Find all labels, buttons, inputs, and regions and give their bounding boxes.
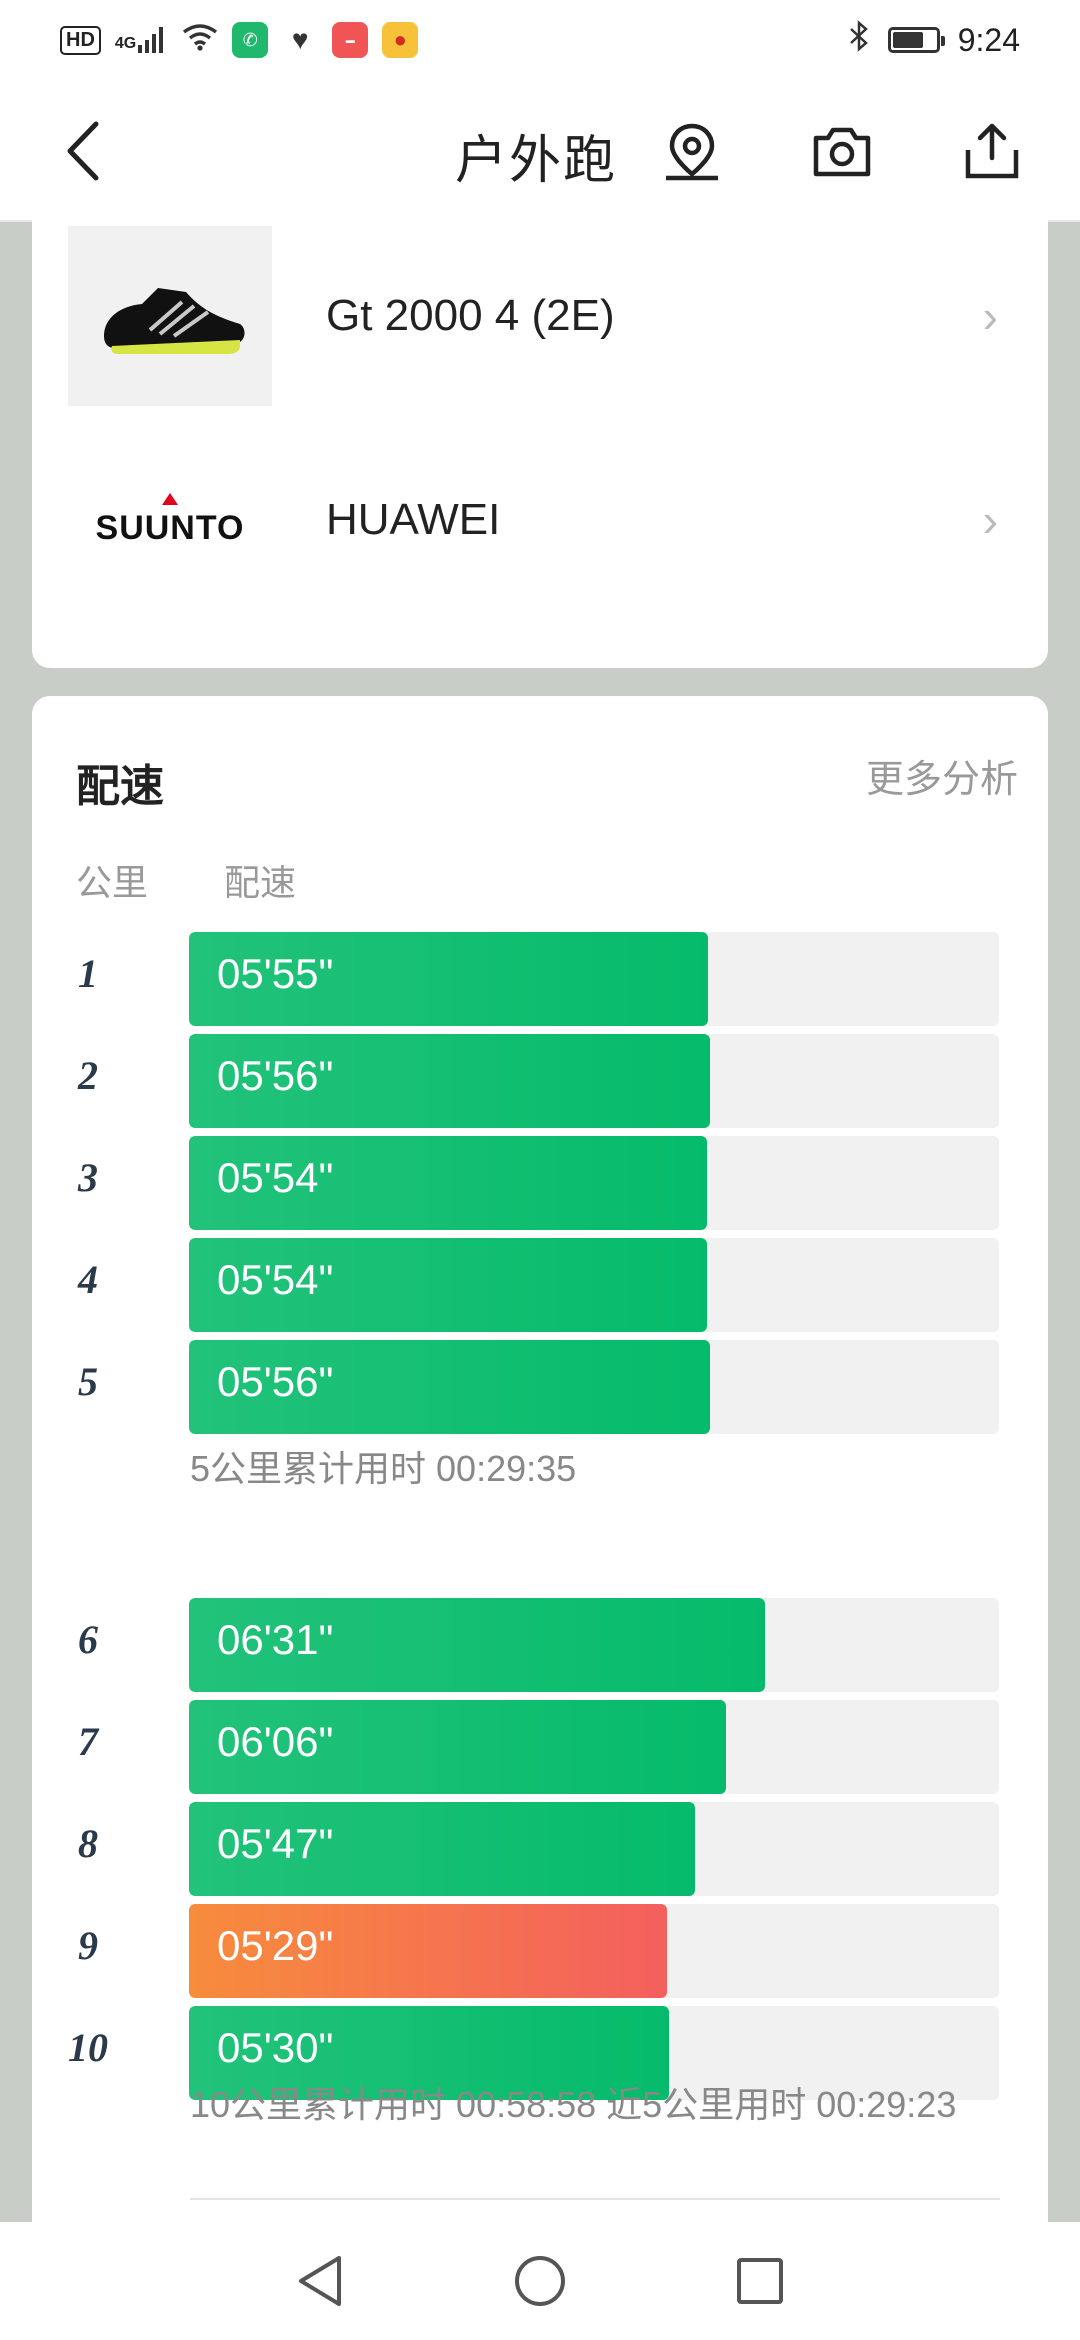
nav-recents-button[interactable] (730, 2251, 790, 2311)
pace-bar-track: 05'47" (189, 1802, 999, 1896)
wifi-icon (182, 22, 218, 59)
pace-bar-track: 06'31" (189, 1598, 999, 1692)
pace-value: 05'47" (217, 1820, 334, 1867)
pace-bar: 05'56" (189, 1034, 710, 1128)
km-number: 7 (78, 1719, 98, 1764)
divider (190, 2198, 1000, 2200)
column-header-km: 公里 (76, 862, 149, 903)
km-number: 8 (78, 1821, 98, 1866)
clock: 9:24 (957, 21, 1020, 58)
column-header-pace: 配速 (224, 862, 297, 903)
pace-bar: 05'54" (189, 1136, 707, 1230)
system-nav-bar (0, 2222, 1080, 2340)
km-number: 1 (78, 951, 98, 996)
chevron-right-icon: › (982, 494, 998, 546)
pace-bar-track: 05'54" (189, 1238, 999, 1332)
pace-bar: 05'55" (189, 932, 708, 1026)
back-button[interactable] (58, 118, 118, 184)
pace-bar: 06'06" (189, 1700, 726, 1794)
km-number: 4 (78, 1257, 98, 1302)
pace-bar-track: 05'56" (189, 1340, 999, 1434)
pace-value: 05'54" (217, 1154, 334, 1201)
share-button[interactable] (960, 120, 1024, 184)
suunto-logo-text: SUUNTO (95, 508, 245, 547)
status-right: 9:24 (848, 20, 1020, 60)
chevron-right-icon: › (982, 290, 998, 342)
nav-home-button[interactable] (510, 2251, 570, 2311)
pace-value: 06'31" (217, 1616, 334, 1663)
pace-bar-track: 05'29" (189, 1904, 999, 1998)
location-pin-button[interactable] (660, 120, 724, 184)
pace-value: 05'54" (217, 1256, 334, 1303)
battery-icon (887, 27, 945, 53)
pace-bar-fastest: 05'29" (189, 1904, 667, 1998)
km-number: 10 (68, 2025, 108, 2070)
suunto-logo: SUUNTO (68, 430, 272, 610)
pace-row: 6 06'31" (32, 1598, 1048, 1692)
gear-row-shoe[interactable]: Gt 2000 4 (2E) › (32, 226, 1048, 406)
pace-row: 3 05'54" (32, 1136, 1048, 1230)
cumulative-time-5km: 5公里累计用时 00:29:35 (190, 1448, 577, 1489)
pace-row: 2 05'56" (32, 1034, 1048, 1128)
weibo-icon: ● (382, 22, 419, 58)
pace-row: 9 05'29" (32, 1904, 1048, 1998)
hd-badge: HD (60, 25, 101, 55)
page-title: 户外跑 (455, 132, 618, 190)
nav-back-button[interactable] (290, 2251, 350, 2311)
pace-row: 7 06'06" (32, 1700, 1048, 1794)
pace-bar-track: 05'55" (189, 932, 999, 1026)
cumulative-time-10km: 10公里累计用时 00:58:58 近5公里用时 00:29:23 (190, 2084, 957, 2125)
pace-bar: 06'31" (189, 1598, 765, 1692)
huawei-app-icon: ▬ (332, 22, 369, 58)
km-number: 2 (78, 1053, 98, 1098)
pace-row: 1 05'55" (32, 932, 1048, 1026)
pace-bar-track: 06'06" (189, 1700, 999, 1794)
gear-name: Gt 2000 4 (2E) (326, 291, 615, 340)
pace-bar-track: 05'56" (189, 1034, 999, 1128)
camera-button[interactable] (810, 120, 874, 184)
pace-row: 4 05'54" (32, 1238, 1048, 1332)
pace-bar: 05'56" (189, 1340, 710, 1434)
km-number: 3 (78, 1155, 98, 1200)
signal-icon: 4G (115, 27, 168, 53)
pace-value: 06'06" (217, 1718, 334, 1765)
pace-value: 05'56" (217, 1052, 334, 1099)
pace-bar: 05'47" (189, 1802, 695, 1896)
gear-card: Gt 2000 4 (2E) › SUUNTO HUAWEI › (32, 200, 1048, 668)
running-shoe-image (68, 226, 272, 406)
pace-section-title: 配速 (76, 762, 164, 811)
pace-row: 5 05'56" (32, 1340, 1048, 1434)
pace-card: 配速 更多分析 公里 配速 1 05'55" 2 05'56" 3 05'54" 4 05'5… (32, 696, 1048, 2296)
network-type: 4G (114, 35, 137, 52)
pace-value: 05'56" (217, 1358, 334, 1405)
pace-value: 05'29" (217, 1922, 334, 1969)
km-number: 9 (78, 1923, 98, 1968)
gear-name: HUAWEI (326, 495, 501, 544)
messenger-icon: ✆ (232, 22, 269, 58)
km-number: 6 (78, 1617, 98, 1662)
status-bar: HD 4G ✆ ♥ ▬ ● 9:24 (0, 0, 1080, 80)
pace-value: 05'30" (217, 2024, 334, 2071)
pace-bar-track: 05'54" (189, 1136, 999, 1230)
health-icon: ♥ (282, 22, 319, 58)
more-analysis-link[interactable]: 更多分析 (866, 748, 1018, 803)
pace-row: 8 05'47" (32, 1802, 1048, 1896)
pace-value: 05'55" (217, 950, 334, 997)
status-left: HD 4G ✆ ♥ ▬ ● (60, 22, 419, 59)
bluetooth-icon (848, 20, 870, 60)
km-number: 5 (78, 1359, 98, 1404)
pace-bar: 05'54" (189, 1238, 707, 1332)
gear-row-watch[interactable]: SUUNTO HUAWEI › (32, 430, 1048, 610)
